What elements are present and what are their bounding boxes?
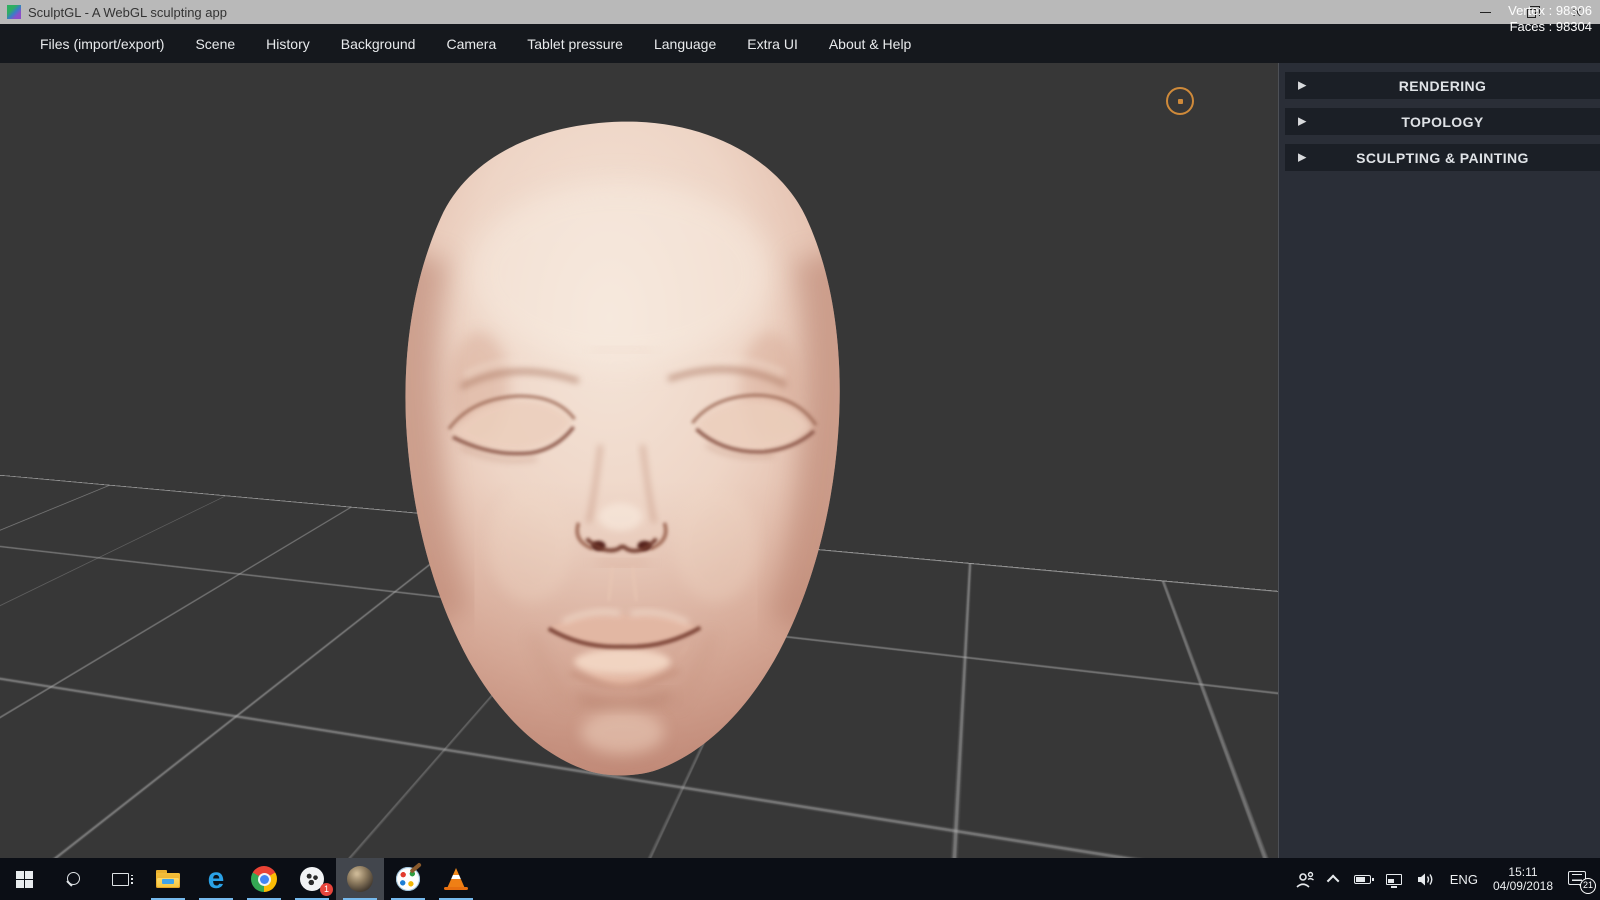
faces-count: Faces : 98304 (1509, 19, 1592, 34)
tray-overflow-button[interactable] (1326, 874, 1340, 887)
menu-background[interactable]: Background (341, 36, 416, 52)
clock-date: 04/09/2018 (1492, 879, 1553, 893)
action-center-badge: 21 (1580, 877, 1596, 894)
file-explorer-button[interactable] (144, 858, 192, 900)
task-view-button[interactable] (96, 858, 144, 900)
menu-extra-ui[interactable]: Extra UI (747, 36, 798, 52)
menubar: Files (import/export) Scene History Back… (0, 24, 1600, 63)
chrome-icon (251, 866, 277, 892)
action-center-button[interactable]: 21 (1568, 870, 1596, 894)
app-logo-icon (7, 5, 21, 19)
panel-label: RENDERING (1398, 77, 1487, 94)
collapse-arrow-icon: ▶ (1298, 115, 1307, 127)
system-tray: ENG 15:11 04/09/2018 21 (1295, 858, 1600, 900)
panel-rendering[interactable]: ▶ RENDERING (1285, 72, 1600, 99)
panel-label: SCULPTING & PAINTING (1356, 149, 1529, 166)
panel-topology[interactable]: ▶ TOPOLOGY (1285, 108, 1600, 135)
network-button[interactable] (1385, 873, 1402, 888)
panel-sculpting-painting[interactable]: ▶ SCULPTING & PAINTING (1285, 144, 1600, 171)
clock-time: 15:11 (1508, 865, 1538, 879)
notification-app-button[interactable]: 1 (288, 858, 336, 900)
search-icon (65, 871, 80, 887)
collapse-arrow-icon: ▶ (1298, 79, 1307, 91)
panel-label: TOPOLOGY (1401, 113, 1484, 130)
taskbar-clock[interactable]: 15:11 04/09/2018 (1493, 865, 1553, 893)
vlc-cone-icon (444, 868, 468, 890)
edge-button[interactable]: e (192, 858, 240, 900)
battery-button[interactable] (1353, 874, 1374, 884)
menu-camera[interactable]: Camera (446, 36, 496, 52)
windows-taskbar: e 1 ENG 15:11 04/09/2018 21 (0, 858, 1600, 900)
windows-logo-icon (15, 870, 33, 888)
taskbar-search-button[interactable] (48, 858, 96, 900)
sculptgl-window: SculptGL - A WebGL sculpting app ✕ Files… (0, 0, 1600, 900)
menu-language[interactable]: Language (654, 36, 716, 52)
people-button[interactable] (1295, 871, 1315, 888)
menu-history[interactable]: History (266, 36, 310, 52)
battery-icon (1353, 874, 1374, 884)
chrome-button[interactable] (240, 858, 288, 900)
menu-tablet-pressure[interactable]: Tablet pressure (527, 36, 623, 52)
menu-files[interactable]: Files (import/export) (40, 36, 164, 52)
tools-sidebar: ▶ RENDERING ▶ TOPOLOGY ▶ SCULPTING & PAI… (1278, 63, 1600, 858)
vertex-count: Vertex : 98306 (1508, 3, 1592, 18)
start-button[interactable] (0, 858, 48, 900)
menu-scene[interactable]: Scene (195, 36, 235, 52)
mesh-stats: Vertex : 98306 Faces : 98304 (1508, 3, 1592, 35)
minimize-icon (1479, 11, 1491, 13)
chevron-up-icon (1326, 874, 1340, 887)
network-icon (1385, 873, 1402, 888)
menu-about-help[interactable]: About & Help (829, 36, 912, 52)
sphere-app-icon (347, 866, 373, 892)
volume-icon (1417, 873, 1433, 885)
sculpt-brush-cursor (1166, 87, 1194, 115)
file-explorer-icon (156, 870, 180, 888)
sculptgl-app-button[interactable] (336, 858, 384, 900)
edge-icon: e (207, 862, 225, 895)
language-indicator[interactable]: ENG (1450, 872, 1478, 887)
sculpted-head-mesh (405, 121, 840, 776)
collapse-arrow-icon: ▶ (1298, 151, 1307, 163)
volume-button[interactable] (1417, 872, 1435, 887)
people-icon (1296, 871, 1314, 888)
paint-palette-icon (396, 867, 420, 891)
window-titlebar: SculptGL - A WebGL sculpting app ✕ (0, 0, 1600, 24)
task-view-icon (111, 872, 133, 886)
minimize-button[interactable] (1462, 0, 1508, 24)
sculpt-viewport-canvas[interactable] (0, 63, 1278, 858)
vlc-button[interactable] (432, 858, 480, 900)
paint-app-button[interactable] (384, 858, 432, 900)
notification-badge: 1 (320, 883, 333, 896)
window-title: SculptGL - A WebGL sculpting app (28, 4, 227, 20)
